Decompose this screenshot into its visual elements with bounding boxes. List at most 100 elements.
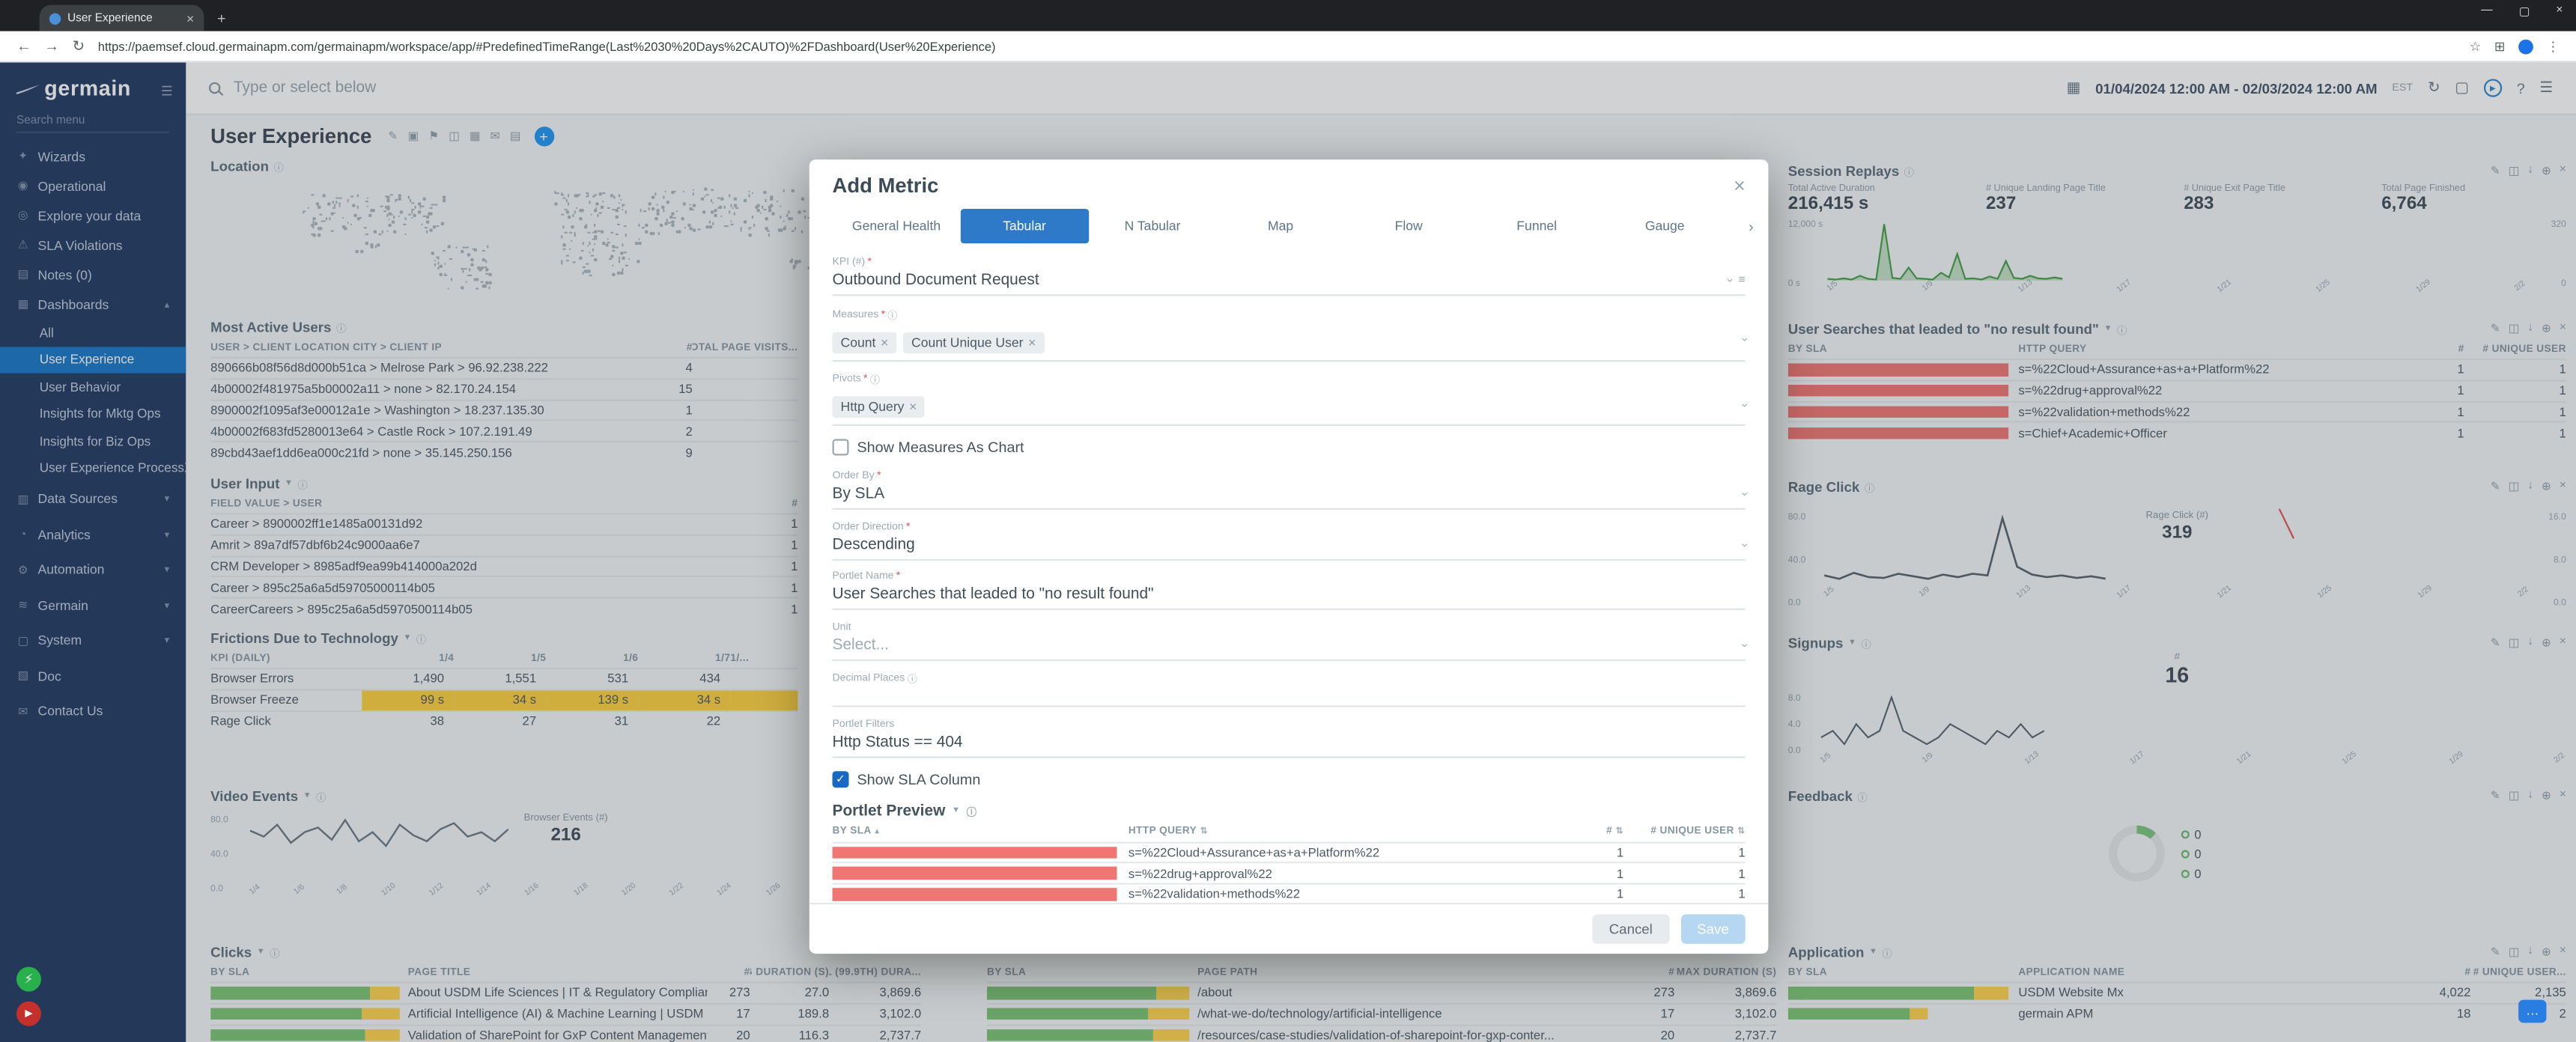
checkbox-label: Show SLA Column — [857, 770, 980, 787]
http-query-cell: s=%22validation+methods%22 — [1128, 885, 1558, 903]
chevron-down-icon[interactable]: › — [1737, 543, 1749, 546]
checkbox-checked[interactable]: ✓ — [833, 770, 849, 787]
modal-tab[interactable]: Tabular — [961, 209, 1089, 243]
modal-tab[interactable]: Gauge — [1601, 209, 1729, 243]
tab-label: Tabular — [1003, 219, 1046, 234]
modal-tab[interactable]: Funnel — [1473, 209, 1601, 243]
unit-field[interactable]: Unit Select... › — [833, 621, 1746, 660]
http-query-cell: s=%22drug+approval%22 — [1128, 864, 1558, 883]
chip-remove-icon[interactable]: × — [881, 335, 888, 350]
chevron-down-icon[interactable]: › — [1737, 338, 1749, 341]
tab-label: Gauge — [1645, 219, 1685, 234]
modal-close-icon[interactable]: × — [1734, 174, 1745, 198]
extensions-icon[interactable]: ⊞ — [2494, 39, 2506, 54]
youtube-button[interactable]: ▶ — [16, 1002, 41, 1026]
favicon — [49, 12, 61, 23]
decimal-places-field[interactable]: Decimal Placesⓘ — [833, 671, 1746, 707]
chip-remove-icon[interactable]: × — [909, 400, 917, 415]
chevron-down-icon[interactable]: › — [1737, 493, 1749, 496]
info-icon: ⓘ — [870, 371, 880, 386]
measure-chip[interactable]: Count Unique User × — [903, 332, 1044, 353]
column-header[interactable]: HTTP QUERY⇅ — [1128, 821, 1558, 841]
germain-eco-button[interactable]: ⚡ — [16, 967, 41, 992]
checkbox-unchecked[interactable] — [833, 439, 849, 456]
modal-tab[interactable]: N Tabular — [1089, 209, 1217, 243]
forward-icon[interactable]: → — [44, 38, 59, 55]
kpi-field[interactable]: KPI (#)* Outbound Document Request › ≡ — [833, 257, 1746, 296]
field-label: Portlet Name — [833, 570, 894, 582]
tab-label: N Tabular — [1125, 219, 1181, 234]
bookmark-star-icon[interactable]: ☆ — [2469, 39, 2481, 54]
modal-tab[interactable]: General Health — [833, 209, 961, 243]
column-header[interactable]: # UNIQUE USER⇅ — [1623, 821, 1746, 841]
browser-tab[interactable]: User Experience × — [40, 5, 204, 31]
tab-label: Funnel — [1516, 219, 1557, 234]
info-icon: ⓘ — [967, 803, 976, 818]
app-window: Type or select below ▦ 01/04/2024 12:00 … — [0, 62, 2576, 1042]
field-label: Measures — [833, 308, 879, 320]
chip-label: Count Unique User — [911, 335, 1023, 350]
window-close-button[interactable]: × — [2556, 5, 2563, 19]
back-icon[interactable]: ← — [16, 38, 31, 55]
tab-label: General Health — [852, 219, 941, 234]
window-maximize-button[interactable]: ▢ — [2519, 5, 2530, 19]
chat-widget-button[interactable]: … — [2518, 1000, 2546, 1023]
preview-row[interactable]: s=%22drug+approval%22 1 1 — [833, 862, 1746, 883]
chevron-down-icon[interactable]: › — [1737, 643, 1749, 647]
info-icon: ⓘ — [908, 671, 917, 686]
show-measures-as-chart-checkbox[interactable]: Show Measures As Chart — [833, 439, 1746, 456]
unique-user-cell: 1 — [1623, 885, 1746, 903]
http-query-cell: s=%22Cloud+Assurance+as+a+Platform%22 — [1128, 843, 1558, 862]
order-direction-field[interactable]: Order Direction* Descending › — [833, 520, 1746, 560]
url-text[interactable]: https://paemsef.cloud.germainapm.com/ger… — [98, 39, 2456, 54]
field-label: Decimal Places — [833, 672, 905, 683]
tab-close-icon[interactable]: × — [186, 10, 194, 25]
column-header[interactable]: #⇅ — [1558, 821, 1623, 841]
preview-row[interactable]: s=%22validation+methods%22 1 1 — [833, 883, 1746, 903]
chevron-down-icon[interactable]: › — [1722, 278, 1734, 282]
cancel-button[interactable]: Cancel — [1593, 914, 1669, 944]
pivot-chip[interactable]: Http Query × — [833, 396, 926, 418]
window-minimize-button[interactable]: — — [2481, 5, 2492, 19]
tab-title: User Experience — [67, 12, 180, 23]
show-sla-column-checkbox[interactable]: ✓ Show SLA Column — [833, 770, 1746, 787]
browser-menu-icon[interactable]: ⋮ — [2546, 39, 2560, 54]
modal-title: Add Metric — [833, 174, 939, 198]
field-label: KPI (#) — [833, 257, 866, 268]
field-label: Unit — [833, 621, 851, 632]
browser-urlbar: ← → ↻ https://paemsef.cloud.germainapm.c… — [0, 31, 2576, 63]
filter-icon[interactable]: ▼ — [952, 805, 960, 815]
unique-user-cell: 1 — [1623, 843, 1746, 862]
portlet-name-value: User Searches that leaded to "no result … — [833, 585, 1746, 603]
order-direction-value: Descending — [833, 535, 1734, 553]
portlet-filters-field[interactable]: Portlet Filters Http Status == 404 — [833, 718, 1746, 758]
reload-icon[interactable]: ↻ — [73, 37, 85, 55]
chip-remove-icon[interactable]: × — [1028, 335, 1036, 350]
sliders-icon[interactable]: ≡ — [1739, 275, 1746, 286]
count-cell: 1 — [1558, 885, 1623, 903]
tabs-more-icon[interactable]: › — [1749, 219, 1754, 235]
modal-tab[interactable]: Map — [1217, 209, 1345, 243]
order-by-field[interactable]: Order By* By SLA › — [833, 470, 1746, 510]
measures-field[interactable]: Measures*ⓘ Count × Count Unique User × › — [833, 307, 1746, 361]
modal-tab[interactable]: Flow — [1345, 209, 1473, 243]
chip-label: Count — [841, 335, 876, 350]
sort-asc-icon: ▴ — [875, 826, 880, 836]
info-icon: ⓘ — [887, 307, 897, 322]
column-header[interactable]: BY SLA▴ — [833, 821, 1128, 841]
portlet-name-field[interactable]: Portlet Name* User Searches that leaded … — [833, 570, 1746, 610]
tab-label: Flow — [1395, 219, 1423, 234]
count-cell: 1 — [1558, 864, 1623, 883]
portlet-filters-value: Http Status == 404 — [833, 733, 1746, 751]
save-button[interactable]: Save — [1680, 914, 1745, 944]
profile-avatar[interactable] — [2518, 39, 2533, 54]
measure-chip[interactable]: Count × — [833, 332, 897, 353]
new-tab-button[interactable]: + — [217, 10, 226, 26]
field-label: Pivots — [833, 374, 861, 385]
sla-bar-cell — [833, 864, 1128, 883]
chevron-down-icon[interactable]: › — [1737, 403, 1749, 406]
sort-icon: ⇅ — [1616, 826, 1624, 836]
pivots-field[interactable]: Pivots*ⓘ Http Query × › — [833, 371, 1746, 425]
preview-row[interactable]: s=%22Cloud+Assurance+as+a+Platform%22 1 … — [833, 841, 1746, 862]
order-by-value: By SLA — [833, 485, 1734, 503]
